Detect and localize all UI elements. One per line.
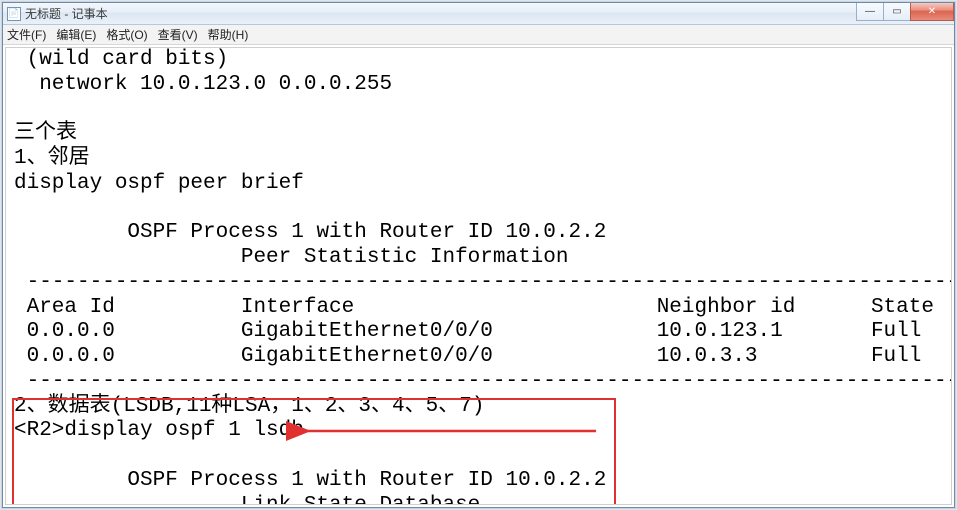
close-button[interactable]: ✕ [910,3,954,21]
text-line: ----------------------------------------… [14,370,952,393]
maximize-button[interactable]: ▭ [883,3,911,21]
text-line: network 10.0.123.0 0.0.0.255 [14,73,392,96]
text-line: 1、邻居 [14,147,90,170]
text-line: OSPF Process 1 with Router ID 10.0.2.2 [14,469,606,492]
minimize-button[interactable]: — [856,3,884,21]
text-line: 0.0.0.0 GigabitEthernet0/0/0 10.0.3.3 Fu… [14,345,921,368]
menu-format[interactable]: 格式(O) [106,26,147,43]
app-icon: 📄 [7,7,21,21]
editor-viewport[interactable]: (wild card bits) network 10.0.123.0 0.0.… [5,47,952,505]
menu-edit[interactable]: 编辑(E) [56,26,96,43]
text-line: Link State Database [14,494,480,505]
text-line: <R2>display ospf 1 lsdb [14,419,304,442]
text-line: 三个表 [14,122,77,145]
menubar: 文件(F) 编辑(E) 格式(O) 查看(V) 帮助(H) [3,25,954,45]
text-line: display ospf peer brief [14,172,304,195]
text-line: (wild card bits) [14,48,228,71]
window-controls: — ▭ ✕ [857,3,954,21]
menu-view[interactable]: 查看(V) [158,26,198,43]
text-line: 2、数据表(LSDB,11种LSA，1、2、3、4、5、7) [14,395,484,418]
text-content[interactable]: (wild card bits) network 10.0.123.0 0.0.… [6,48,951,505]
menu-file[interactable]: 文件(F) [7,26,46,43]
titlebar[interactable]: 📄 无标题 - 记事本 — ▭ ✕ [3,3,954,25]
menu-help[interactable]: 帮助(H) [208,26,249,43]
text-line: 0.0.0.0 GigabitEthernet0/0/0 10.0.123.1 … [14,320,921,343]
text-line: Peer Statistic Information [14,246,569,269]
text-line: OSPF Process 1 with Router ID 10.0.2.2 [14,221,606,244]
text-line: ----------------------------------------… [14,271,952,294]
window-title: 无标题 - 记事本 [25,5,108,22]
window: 📄 无标题 - 记事本 — ▭ ✕ 文件(F) 编辑(E) 格式(O) 查看(V… [2,2,955,508]
text-line: Area Id Interface Neighbor id State [14,296,934,319]
